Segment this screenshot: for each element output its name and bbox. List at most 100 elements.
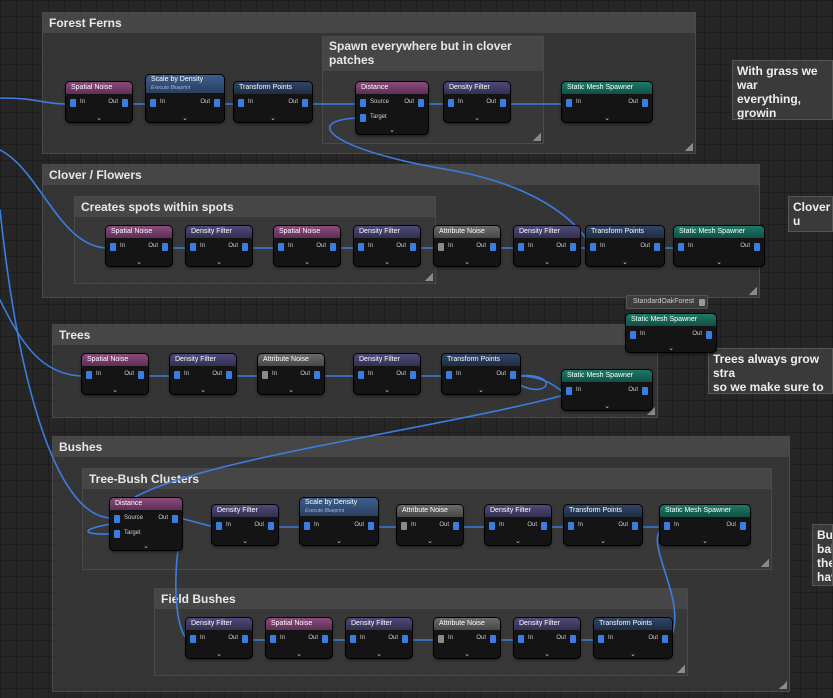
pin-connector-icon[interactable] — [138, 371, 144, 379]
pin-connector-icon[interactable] — [642, 387, 648, 395]
density-filter-node[interactable]: Density Filter In Out ⌄ — [186, 226, 252, 266]
spatial-noise-node[interactable]: Spatial Noise In Out ⌄ — [274, 226, 340, 266]
pin-connector-icon[interactable] — [242, 243, 248, 251]
chevron-down-icon[interactable]: ⌄ — [82, 386, 148, 394]
chevron-down-icon[interactable]: ⌄ — [442, 386, 520, 394]
static-mesh-spawner-node[interactable]: Static Mesh Spawner In Out ⌄ — [626, 314, 716, 352]
pin-connector-icon[interactable] — [262, 371, 268, 379]
chevron-down-icon[interactable]: ⌄ — [562, 402, 652, 410]
pin-connector-icon[interactable] — [642, 99, 648, 107]
pin-connector-icon[interactable] — [402, 635, 408, 643]
pin-connector-icon[interactable] — [453, 522, 459, 530]
attribute-noise-node[interactable]: Attribute Noise In Out ⌄ — [434, 226, 500, 266]
density-filter-node[interactable]: Density Filter In Out ⌄ — [354, 226, 420, 266]
pin-connector-icon[interactable] — [568, 522, 574, 530]
pin-connector-icon[interactable] — [740, 522, 746, 530]
chevron-down-icon[interactable]: ⌄ — [594, 650, 672, 658]
chevron-down-icon[interactable]: ⌄ — [170, 386, 236, 394]
chevron-down-icon[interactable]: ⌄ — [660, 537, 750, 545]
chevron-down-icon[interactable]: ⌄ — [354, 386, 420, 394]
pin-connector-icon[interactable] — [489, 522, 495, 530]
pin-connector-icon[interactable] — [632, 522, 638, 530]
scale-by-density-node[interactable]: Scale by Density Execute Blueprint In Out … — [146, 75, 224, 122]
chevron-down-icon[interactable]: ⌄ — [514, 258, 580, 266]
chevron-down-icon[interactable]: ⌄ — [564, 537, 642, 545]
pin-connector-icon[interactable] — [630, 331, 636, 339]
pin-connector-icon[interactable] — [360, 99, 366, 107]
attribute-noise-node[interactable]: Attribute Noise In Out ⌄ — [258, 354, 324, 394]
distance-node[interactable]: Distance Source Out Target ⌄ — [356, 82, 428, 134]
pin-connector-icon[interactable] — [278, 243, 284, 251]
pin-connector-icon[interactable] — [446, 371, 452, 379]
static-mesh-spawner-node[interactable]: Static Mesh Spawner In Out ⌄ — [660, 505, 750, 545]
pin-connector-icon[interactable] — [314, 371, 320, 379]
pin-connector-icon[interactable] — [438, 635, 444, 643]
pin-connector-icon[interactable] — [706, 331, 712, 339]
pin-connector-icon[interactable] — [598, 635, 604, 643]
pin-connector-icon[interactable] — [190, 243, 196, 251]
static-mesh-spawner-node[interactable]: Static Mesh Spawner In Out ⌄ — [674, 226, 764, 266]
pin-connector-icon[interactable] — [114, 530, 120, 538]
pin-connector-icon[interactable] — [162, 243, 168, 251]
transform-points-node[interactable]: Transform Points In Out ⌄ — [564, 505, 642, 545]
pin-connector-icon[interactable] — [360, 114, 366, 122]
pin-connector-icon[interactable] — [754, 243, 760, 251]
pin-connector-icon[interactable] — [190, 635, 196, 643]
pin-connector-icon[interactable] — [541, 522, 547, 530]
pin-connector-icon[interactable] — [358, 371, 364, 379]
pin-connector-icon[interactable] — [518, 243, 524, 251]
spatial-noise-node[interactable]: Spatial Noise In Out ⌄ — [266, 618, 332, 658]
transform-points-node[interactable]: Transform Points In Out ⌄ — [586, 226, 664, 266]
density-filter-node[interactable]: Density Filter In Out ⌄ — [212, 505, 278, 545]
density-filter-node[interactable]: Density Filter In Out ⌄ — [354, 354, 420, 394]
scale-by-density-node[interactable]: Scale by Density Execute Blueprint In Out … — [300, 498, 378, 545]
chevron-down-icon[interactable]: ⌄ — [346, 650, 412, 658]
density-filter-node[interactable]: Density Filter In Out ⌄ — [346, 618, 412, 658]
pin-connector-icon[interactable] — [500, 99, 506, 107]
pin-connector-icon[interactable] — [664, 522, 670, 530]
spatial-noise-node[interactable]: Spatial Noise In Out ⌄ — [82, 354, 148, 394]
chevron-down-icon[interactable]: ⌄ — [212, 537, 278, 545]
chevron-down-icon[interactable]: ⌄ — [434, 650, 500, 658]
pin-connector-icon[interactable] — [590, 243, 596, 251]
chevron-down-icon[interactable]: ⌄ — [146, 114, 224, 122]
pin-connector-icon[interactable] — [268, 522, 274, 530]
pin-connector-icon[interactable] — [662, 635, 668, 643]
pin-connector-icon[interactable] — [242, 635, 248, 643]
pin-connector-icon[interactable] — [122, 99, 128, 107]
pin-connector-icon[interactable] — [226, 371, 232, 379]
pin-connector-icon[interactable] — [304, 522, 310, 530]
chevron-down-icon[interactable]: ⌄ — [186, 650, 252, 658]
chevron-down-icon[interactable]: ⌄ — [397, 537, 463, 545]
pin-connector-icon[interactable] — [322, 635, 328, 643]
pin-connector-icon[interactable] — [438, 243, 444, 251]
pin-connector-icon[interactable] — [566, 99, 572, 107]
pin-connector-icon[interactable] — [401, 522, 407, 530]
density-filter-node[interactable]: Density Filter In Out ⌄ — [444, 82, 510, 122]
pin-connector-icon[interactable] — [410, 243, 416, 251]
chevron-down-icon[interactable]: ⌄ — [434, 258, 500, 266]
chevron-down-icon[interactable]: ⌄ — [66, 114, 132, 122]
pin-connector-icon[interactable] — [172, 515, 178, 523]
chevron-down-icon[interactable]: ⌄ — [674, 258, 764, 266]
pin-connector-icon[interactable] — [570, 243, 576, 251]
pin-connector-icon[interactable] — [214, 99, 220, 107]
pin-connector-icon[interactable] — [490, 243, 496, 251]
pin-connector-icon[interactable] — [368, 522, 374, 530]
distance-node[interactable]: Distance Source Out Target ⌄ — [110, 498, 182, 550]
density-filter-node[interactable]: Density Filter In Out ⌄ — [485, 505, 551, 545]
chevron-down-icon[interactable]: ⌄ — [626, 344, 716, 352]
density-filter-node[interactable]: Density Filter In Out ⌄ — [514, 618, 580, 658]
pin-connector-icon[interactable] — [418, 99, 424, 107]
chevron-down-icon[interactable]: ⌄ — [266, 650, 332, 658]
pin-connector-icon[interactable] — [358, 243, 364, 251]
density-filter-node[interactable]: Density Filter In Out ⌄ — [170, 354, 236, 394]
pin-connector-icon[interactable] — [566, 387, 572, 395]
transform-points-node[interactable]: Transform Points In Out ⌄ — [234, 82, 312, 122]
chevron-down-icon[interactable]: ⌄ — [234, 114, 312, 122]
pin-connector-icon[interactable] — [150, 99, 156, 107]
chevron-down-icon[interactable]: ⌄ — [586, 258, 664, 266]
static-mesh-spawner-node[interactable]: Static Mesh Spawner In Out ⌄ — [562, 370, 652, 410]
chevron-down-icon[interactable]: ⌄ — [562, 114, 652, 122]
pin-connector-icon[interactable] — [518, 635, 524, 643]
